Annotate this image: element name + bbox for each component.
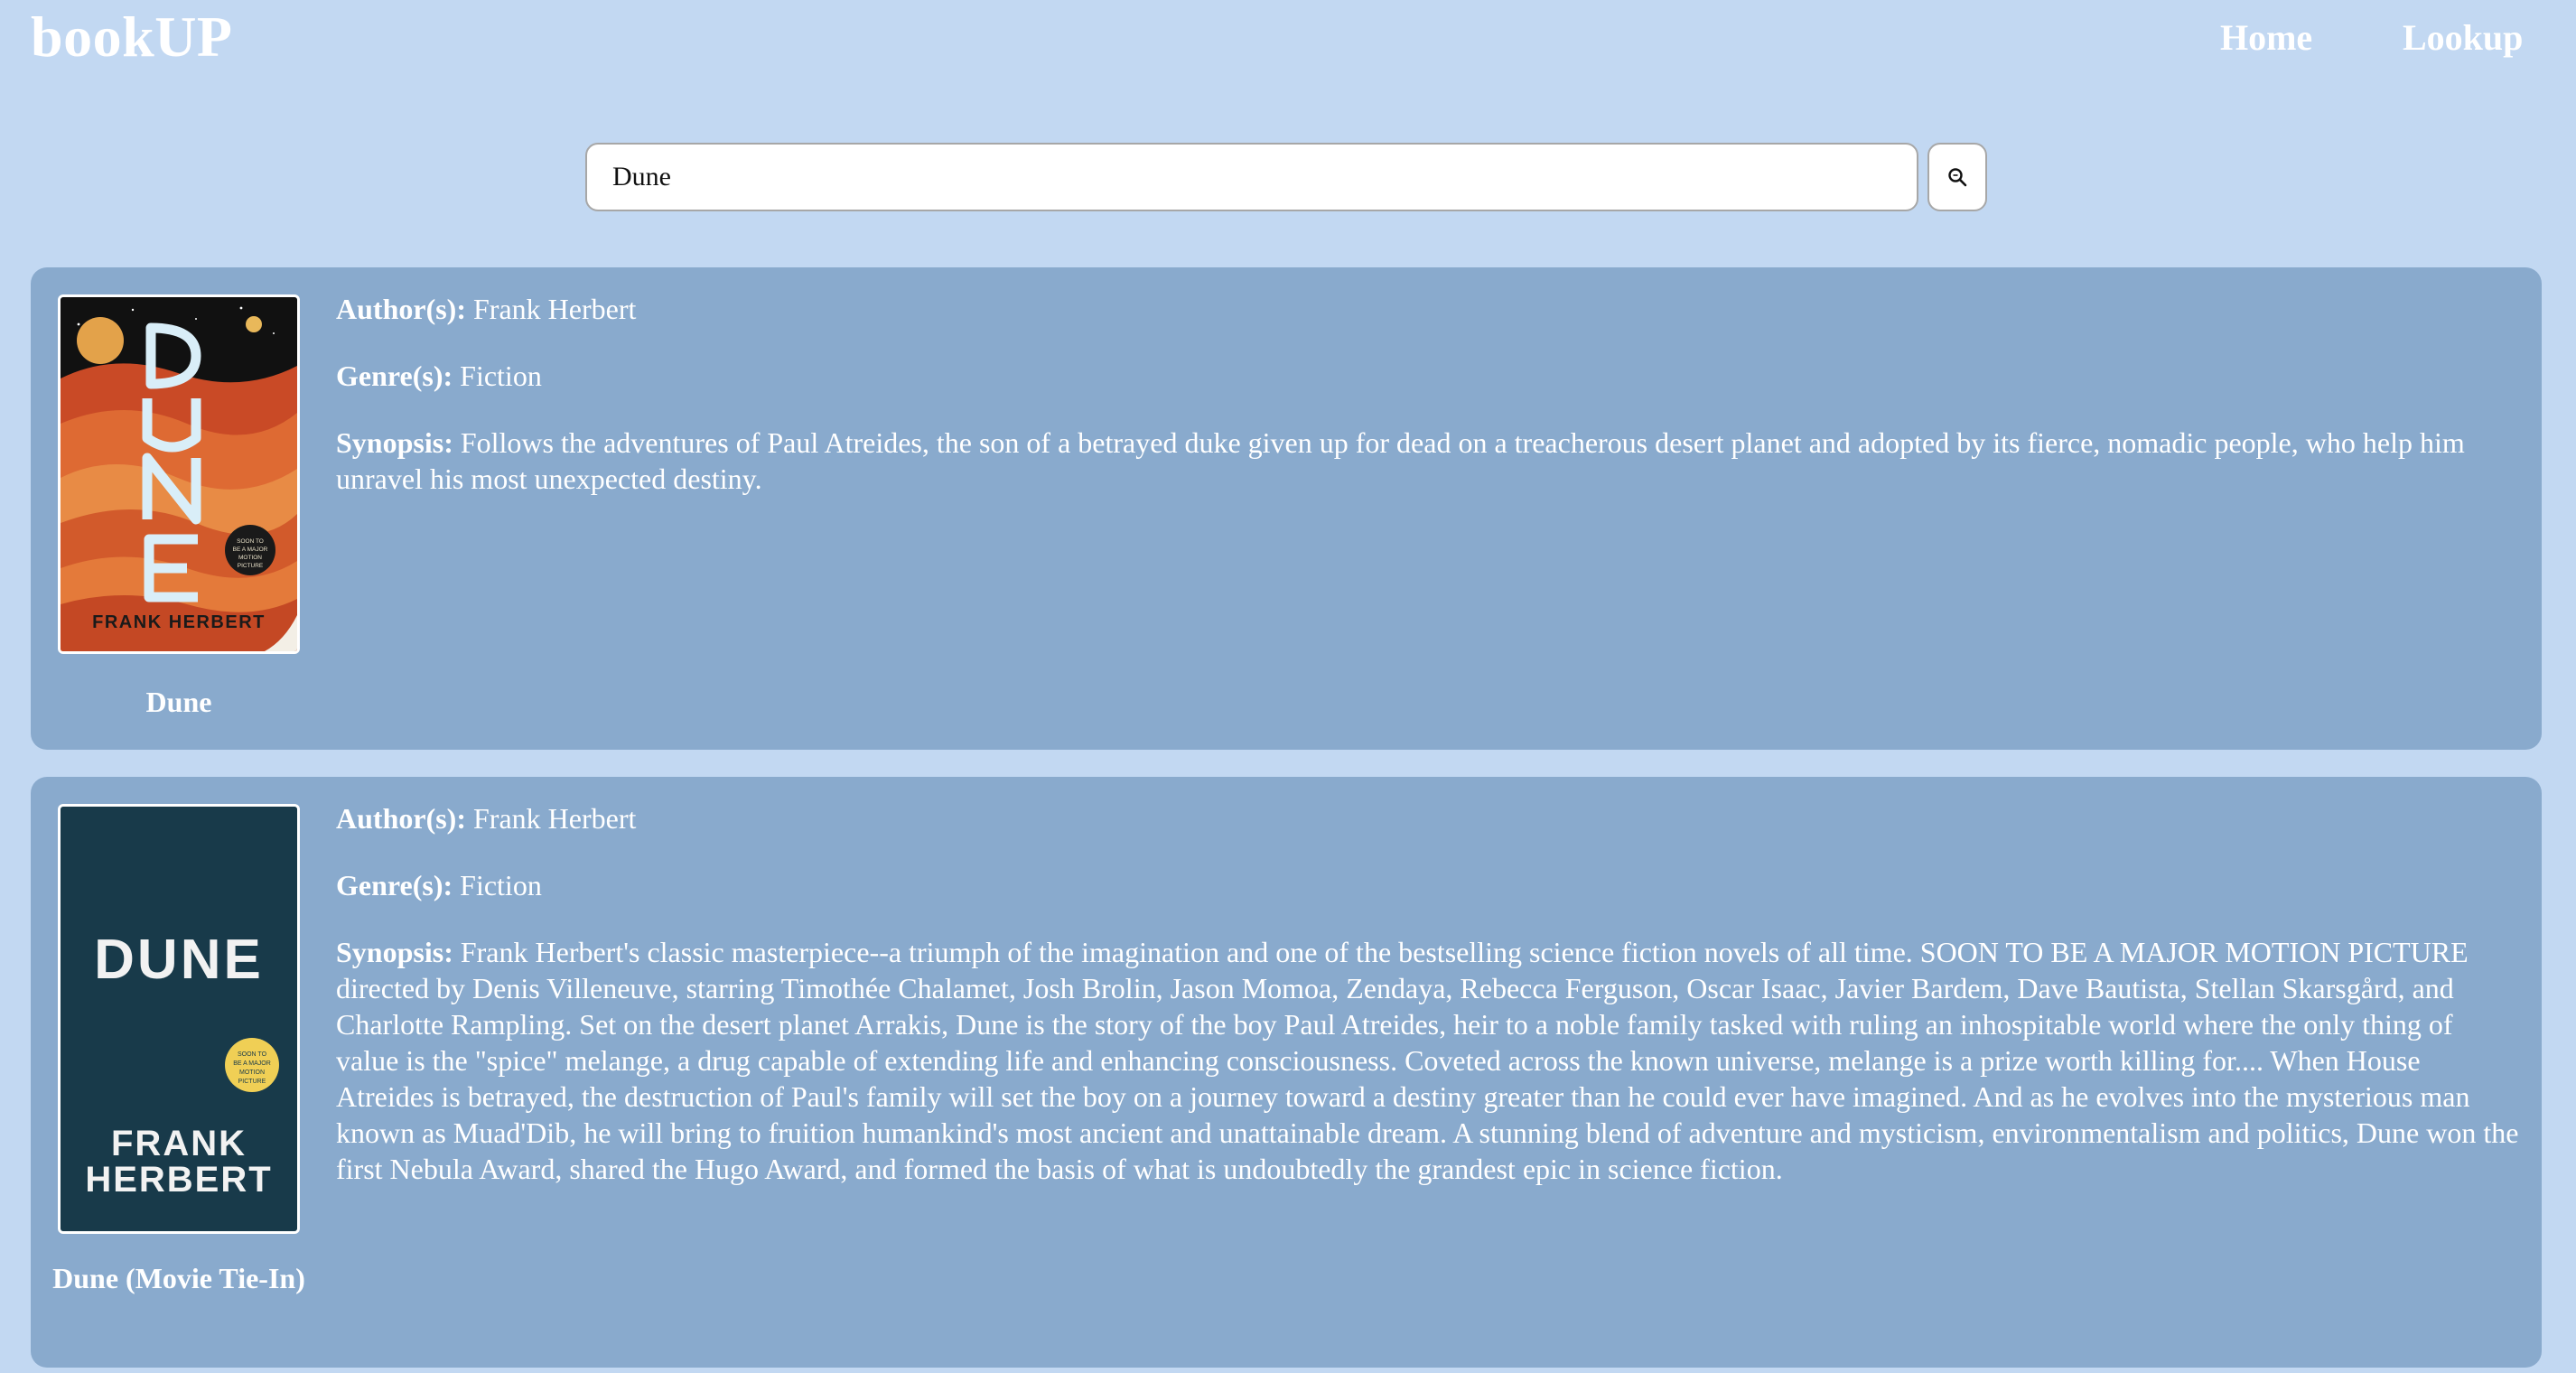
book-result-card: SOON TO BE A MAJOR MOTION PICTURE FRANK … [31, 267, 2542, 750]
book-title[interactable]: Dune [49, 683, 309, 721]
author-line: Author(s): Frank Herbert [336, 291, 2522, 327]
synopsis-value: Follows the adventures of Paul Atreides,… [336, 426, 2465, 495]
book-cover-image[interactable]: SOON TO BE A MAJOR MOTION PICTURE FRANK … [58, 294, 300, 654]
author-label: Author(s): [336, 293, 466, 325]
nav-home-link[interactable]: Home [2220, 16, 2312, 59]
search-icon [1948, 168, 1967, 187]
svg-text:SOON TO: SOON TO [237, 538, 264, 545]
synopsis-line: Synopsis: Follows the adventures of Paul… [336, 425, 2522, 497]
book-details: Author(s): Frank Herbert Genre(s): Ficti… [336, 800, 2522, 1218]
book-result-card: DUNE SOON TO BE A MAJOR MOTION PICTURE F… [31, 777, 2542, 1368]
svg-text:BE A MAJOR: BE A MAJOR [233, 1060, 271, 1067]
genre-label: Genre(s): [336, 360, 453, 392]
dune-cover-art: SOON TO BE A MAJOR MOTION PICTURE FRANK … [61, 297, 297, 651]
svg-text:SOON TO: SOON TO [238, 1051, 267, 1058]
search-button[interactable] [1927, 143, 1987, 211]
author-label: Author(s): [336, 802, 466, 835]
top-navigation-bar: bookUP Home Lookup [0, 0, 2576, 90]
svg-text:BE A MAJOR: BE A MAJOR [233, 546, 268, 553]
svg-text:PICTURE: PICTURE [238, 563, 264, 569]
synopsis-line: Synopsis: Frank Herbert's classic master… [336, 934, 2522, 1187]
search-input[interactable] [585, 143, 1918, 211]
svg-text:FRANK: FRANK [111, 1124, 247, 1163]
genre-line: Genre(s): Fiction [336, 867, 2522, 903]
genre-value: Fiction [460, 360, 542, 392]
svg-text:HERBERT: HERBERT [85, 1160, 272, 1200]
nav-lookup-link[interactable]: Lookup [2403, 16, 2523, 59]
svg-text:MOTION: MOTION [239, 1069, 265, 1076]
genre-label: Genre(s): [336, 869, 453, 901]
svg-text:DUNE: DUNE [94, 929, 264, 991]
brand-logo[interactable]: bookUP [31, 4, 233, 70]
book-title[interactable]: Dune (Movie Tie-In) [49, 1259, 309, 1297]
book-details: Author(s): Frank Herbert Genre(s): Ficti… [336, 291, 2522, 528]
search-bar [585, 143, 1987, 213]
synopsis-label: Synopsis: [336, 426, 453, 459]
author-value: Frank Herbert [472, 293, 637, 325]
svg-text:PICTURE: PICTURE [238, 1079, 266, 1085]
svg-text:FRANK HERBERT: FRANK HERBERT [92, 612, 266, 632]
genre-line: Genre(s): Fiction [336, 358, 2522, 394]
author-line: Author(s): Frank Herbert [336, 800, 2522, 836]
synopsis-value: Frank Herbert's classic masterpiece--a t… [336, 936, 2519, 1185]
svg-text:MOTION: MOTION [238, 555, 262, 561]
dune-movie-cover-art: DUNE SOON TO BE A MAJOR MOTION PICTURE F… [61, 807, 297, 1231]
synopsis-label: Synopsis: [336, 936, 453, 968]
genre-value: Fiction [460, 869, 542, 901]
author-value: Frank Herbert [472, 802, 637, 835]
book-cover-image[interactable]: DUNE SOON TO BE A MAJOR MOTION PICTURE F… [58, 804, 300, 1234]
